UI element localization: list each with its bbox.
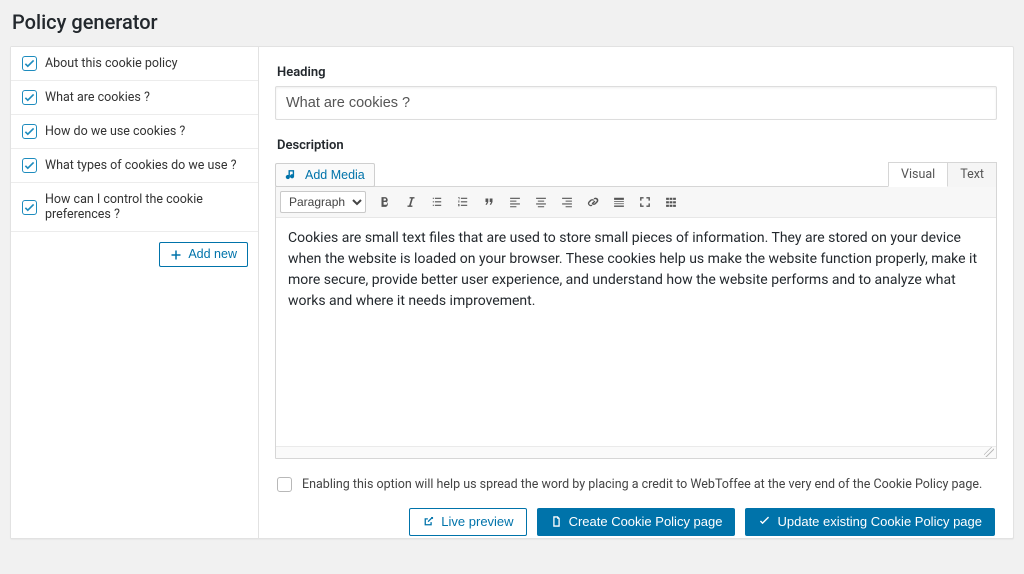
add-new-label: Add new	[188, 247, 237, 262]
resize-handle[interactable]	[276, 446, 996, 458]
heading-label: Heading	[277, 65, 997, 80]
description-label: Description	[277, 138, 375, 153]
sidebar-item-what-are-cookies[interactable]: What are cookies ?	[11, 81, 258, 115]
action-buttons: Live preview Create Cookie Policy page U…	[275, 508, 997, 536]
plus-icon	[170, 249, 182, 261]
editor-main: Heading Description Add Media Visual Tex…	[259, 47, 1013, 538]
sidebar-item-how-use[interactable]: How do we use cookies ?	[11, 115, 258, 149]
create-policy-label: Create Cookie Policy page	[569, 514, 723, 530]
update-policy-button[interactable]: Update existing Cookie Policy page	[745, 508, 995, 536]
tab-visual[interactable]: Visual	[888, 162, 948, 187]
link-icon[interactable]	[582, 191, 604, 213]
checkbox-icon[interactable]	[22, 200, 37, 215]
sidebar-item-label: About this cookie policy	[45, 56, 178, 71]
credit-checkbox[interactable]	[277, 477, 292, 492]
sidebar-item-label: What are cookies ?	[45, 90, 150, 105]
checkbox-icon[interactable]	[22, 124, 37, 139]
editor-content[interactable]: Cookies are small text files that are us…	[276, 218, 996, 446]
bullet-list-icon[interactable]	[426, 191, 448, 213]
wysiwyg-editor: Paragraph	[275, 186, 997, 459]
add-new-button[interactable]: Add new	[159, 242, 248, 267]
page-title: Policy generator	[12, 10, 1014, 34]
live-preview-button[interactable]: Live preview	[409, 508, 526, 536]
document-icon	[550, 515, 563, 528]
external-link-icon	[422, 515, 435, 528]
tab-text[interactable]: Text	[948, 162, 997, 187]
credit-text: Enabling this option will help us spread…	[302, 477, 982, 492]
kitchen-sink-icon[interactable]	[660, 191, 682, 213]
align-left-icon[interactable]	[504, 191, 526, 213]
create-policy-button[interactable]: Create Cookie Policy page	[537, 508, 736, 536]
align-right-icon[interactable]	[556, 191, 578, 213]
checkbox-icon[interactable]	[22, 90, 37, 105]
live-preview-label: Live preview	[441, 514, 513, 530]
quote-icon[interactable]	[478, 191, 500, 213]
italic-icon[interactable]	[400, 191, 422, 213]
format-select[interactable]: Paragraph	[280, 191, 366, 213]
sidebar-item-label: What types of cookies do we use ?	[45, 158, 236, 173]
sidebar-item-about[interactable]: About this cookie policy	[11, 47, 258, 81]
checkbox-icon[interactable]	[22, 158, 37, 173]
numbered-list-icon[interactable]	[452, 191, 474, 213]
check-icon	[758, 515, 771, 528]
policy-sections-sidebar: About this cookie policy What are cookie…	[11, 47, 259, 538]
sidebar-item-types[interactable]: What types of cookies do we use ?	[11, 149, 258, 183]
sidebar-item-control[interactable]: How can I control the cookie preferences…	[11, 183, 258, 232]
checkbox-icon[interactable]	[22, 56, 37, 71]
editor-tabs: Visual Text	[888, 162, 997, 187]
editor-toolbar: Paragraph	[276, 187, 996, 218]
bold-icon[interactable]	[374, 191, 396, 213]
readmore-icon[interactable]	[608, 191, 630, 213]
sidebar-item-label: How do we use cookies ?	[45, 124, 185, 139]
sidebar-item-label: How can I control the cookie preferences…	[45, 192, 247, 222]
heading-input[interactable]	[275, 86, 997, 120]
update-policy-label: Update existing Cookie Policy page	[777, 514, 982, 530]
fullscreen-icon[interactable]	[634, 191, 656, 213]
align-center-icon[interactable]	[530, 191, 552, 213]
add-media-button[interactable]: Add Media	[275, 163, 375, 187]
add-media-label: Add Media	[305, 168, 365, 182]
media-note-icon	[285, 168, 299, 182]
main-panel: About this cookie policy What are cookie…	[10, 46, 1014, 539]
